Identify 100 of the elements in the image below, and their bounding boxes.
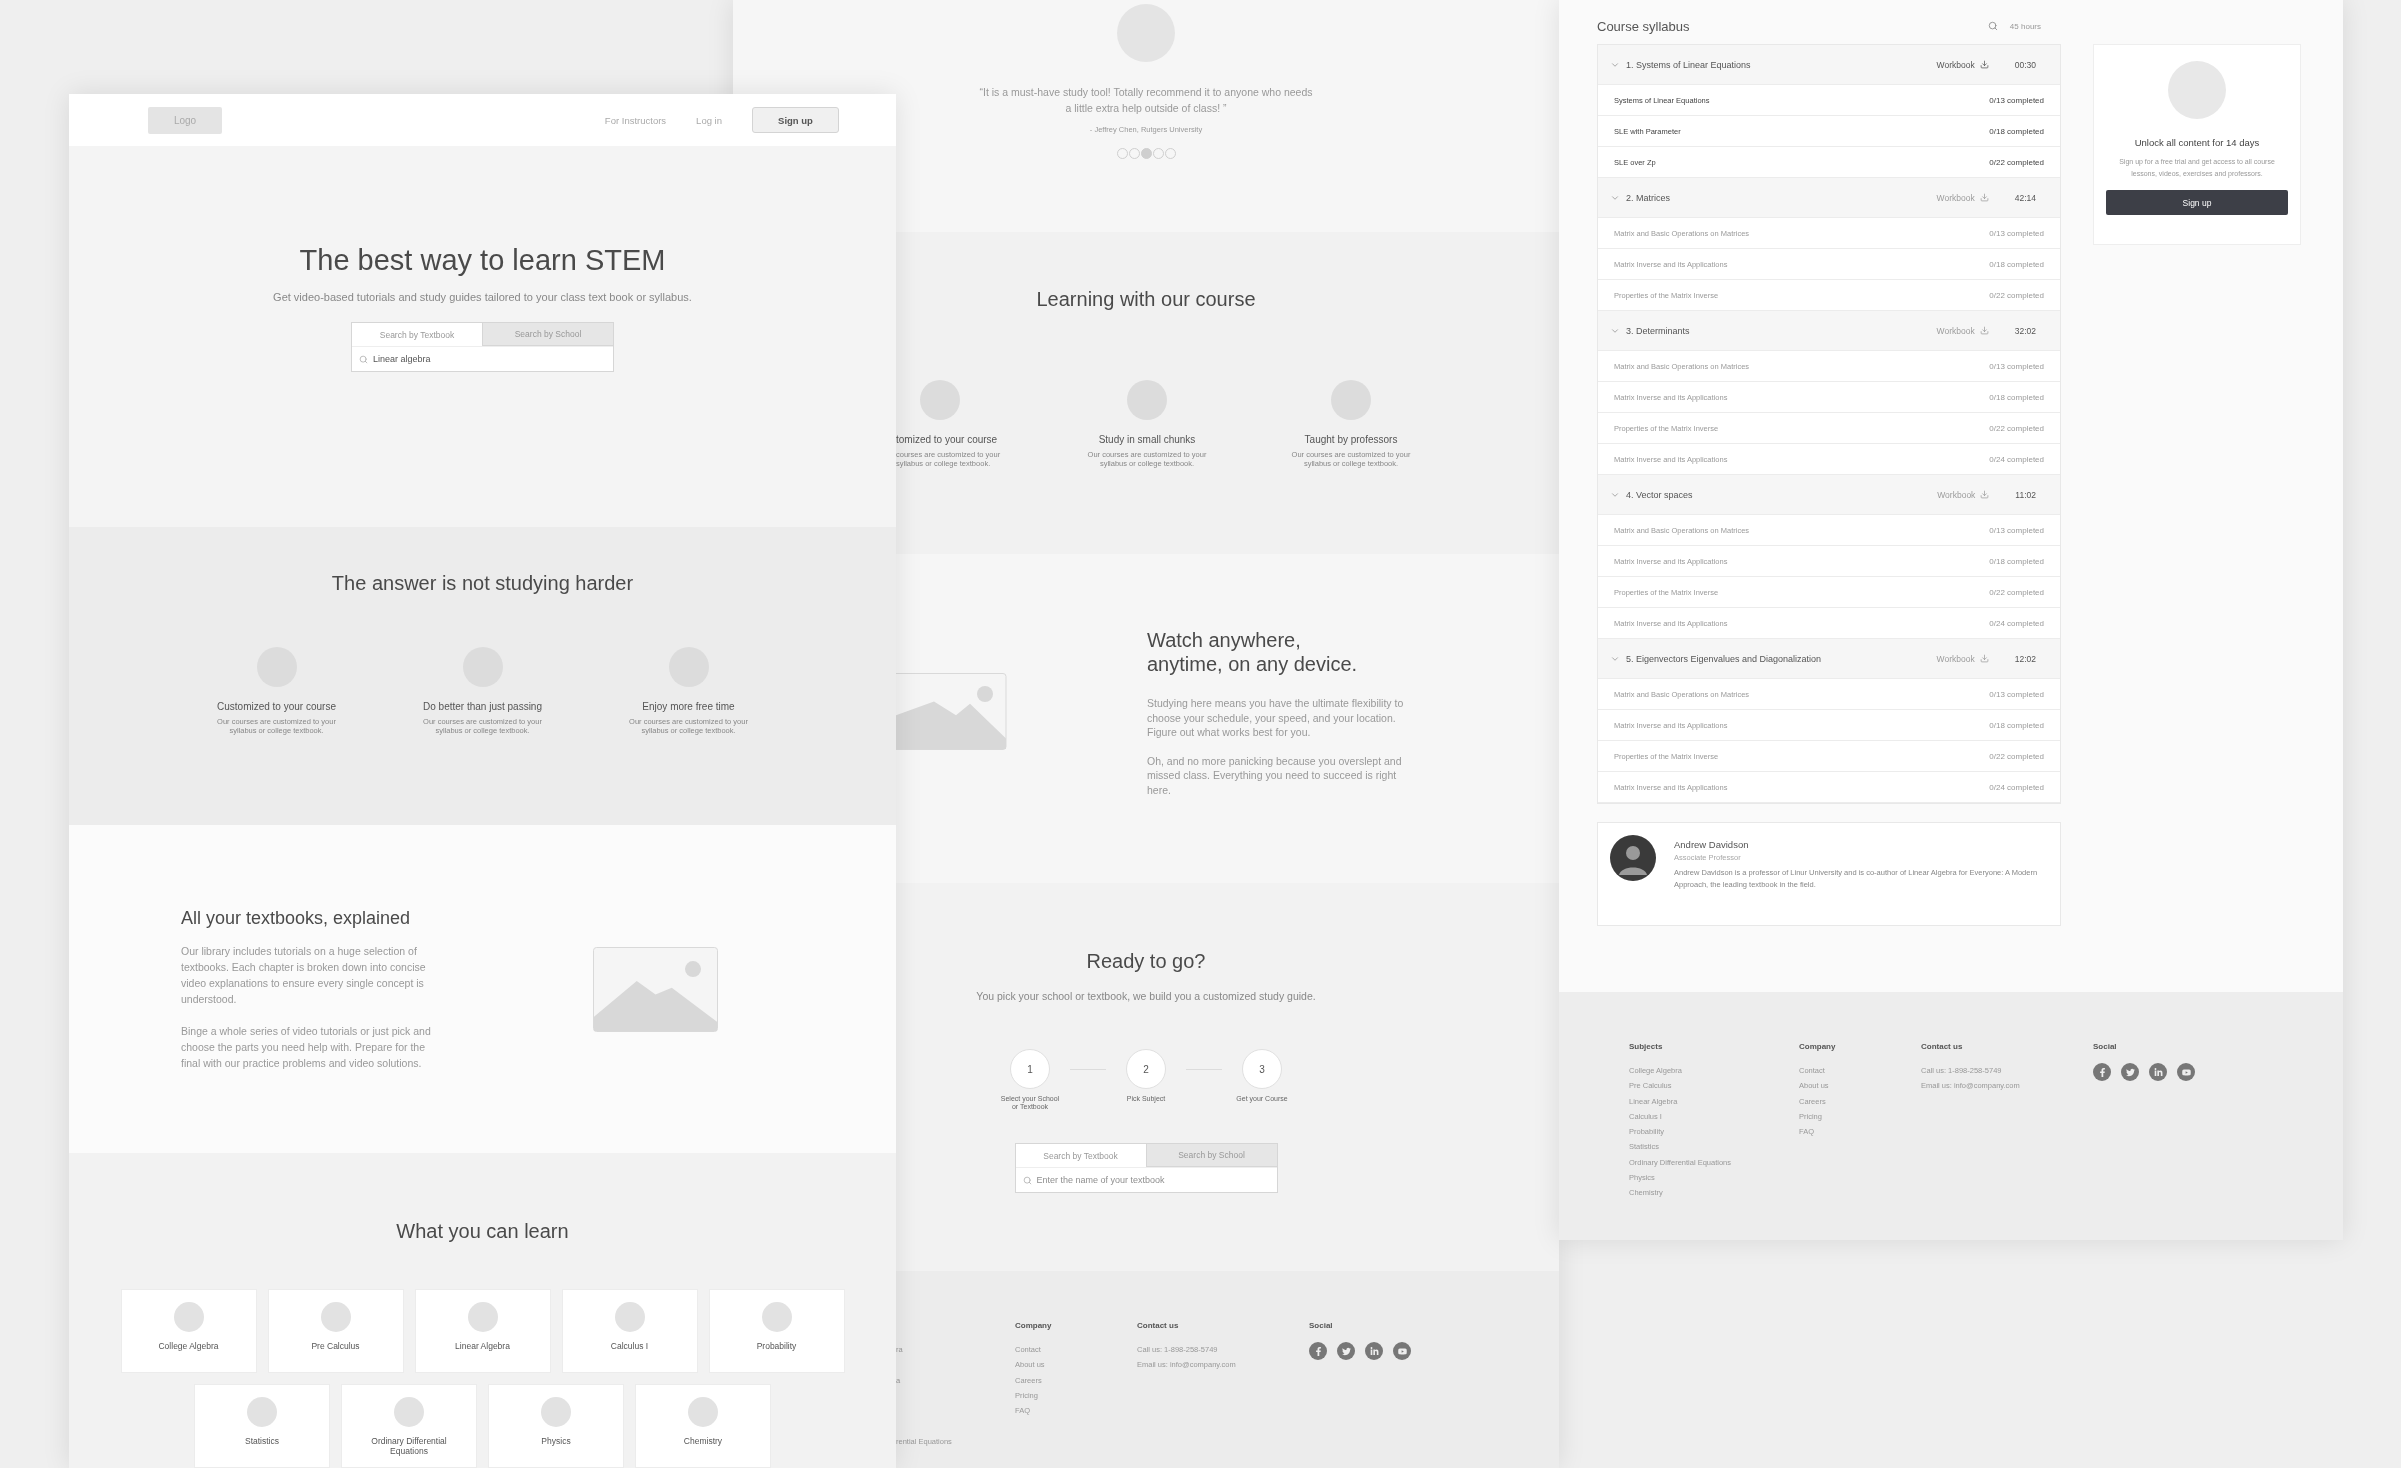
image-placeholder-icon (593, 946, 718, 1032)
workbook-link[interactable]: Workbook (1936, 59, 1989, 70)
feature-title: Taught by professors (1304, 434, 1398, 445)
completion-count: 0/18 completed (1989, 556, 2044, 566)
body-paragraph: Studying here means you have the ultimate flexibility to choose your schedule, your speed, and your location. Figure out what works best for you. (1147, 696, 1405, 740)
download-icon (1979, 60, 1989, 69)
completion-count: 0/13 completed (1989, 95, 2044, 105)
completion-count: 0/24 completed (1989, 618, 2044, 628)
completion-count: 0/13 completed (1989, 361, 2044, 371)
signup-button[interactable]: Sign up (752, 107, 839, 133)
twitter-icon[interactable] (2121, 1063, 2139, 1081)
subject-icon-placeholder (247, 1397, 277, 1427)
subject-label: Physics (540, 1436, 572, 1446)
download-icon (1979, 326, 1989, 335)
completion-count: 0/24 completed (1989, 782, 2044, 792)
facebook-icon[interactable] (2093, 1063, 2111, 1081)
subject-label: Statistics (244, 1436, 280, 1446)
feature-title: Customized to your course (217, 701, 336, 712)
chapter-duration: 11:02 (2015, 489, 2036, 500)
workbook-link[interactable]: Workbook (1936, 192, 1989, 203)
completion-count: 0/13 completed (1989, 228, 2044, 238)
completion-count: 0/22 completed (1989, 423, 2044, 433)
chapter-header[interactable]: 5. Eigenvectors Eigenvalues and Diagonalization Workbook 12:02 (1598, 639, 2060, 679)
chapter-header[interactable]: 1. Systems of Linear Equations Workbook 00:30 (1598, 45, 2060, 85)
section-title: What you can learn (396, 1219, 569, 1243)
footer-heading: Social (2093, 1042, 2118, 1053)
completion-count: 0/22 completed (1989, 157, 2044, 167)
step-number: 3 (1242, 1049, 1282, 1089)
subject-label: Probability (755, 1341, 798, 1351)
subject-card[interactable]: Linear Algebra (414, 1289, 551, 1373)
section-title: The answer is not studying harder (331, 571, 634, 595)
syllabus-title: Course syllabus (1597, 18, 1690, 34)
nav-link[interactable]: Log in (696, 114, 722, 126)
subject-icon-placeholder (614, 1302, 645, 1332)
subject-icon-placeholder (688, 1397, 718, 1427)
feature-title: tomized to your course (896, 434, 998, 445)
chapter-header[interactable]: 3. Determinants Workbook 32:02 (1598, 311, 2060, 351)
workbook-link[interactable]: Workbook (1936, 653, 1989, 664)
search-field[interactable]: Linear algebra (373, 354, 606, 364)
subject-card[interactable]: College Algebra (120, 1289, 257, 1373)
youtube-icon[interactable] (2177, 1063, 2195, 1081)
search-tab[interactable]: Search by School (482, 323, 613, 346)
search-icon[interactable] (1987, 21, 1998, 31)
completion-count: 0/13 completed (1989, 525, 2044, 535)
subject-label: Ordinary Differential Equations (370, 1436, 448, 1456)
carousel-dot[interactable] (1140, 148, 1152, 159)
subject-card[interactable]: Ordinary Differential Equations (341, 1384, 477, 1468)
subject-icon-placeholder (320, 1302, 351, 1332)
youtube-icon[interactable] (1393, 1342, 1411, 1360)
twitter-icon[interactable] (1337, 1342, 1355, 1360)
download-icon (1980, 490, 1990, 499)
subject-card[interactable]: Calculus I (561, 1289, 698, 1373)
section-title: Watch anywhere, anytime, on any device. (1147, 628, 1359, 676)
workbook-link[interactable]: Workbook (1936, 325, 1989, 336)
subject-card[interactable]: Pre Calculus (267, 1289, 404, 1373)
chapter-duration: 00:30 (2014, 59, 2036, 70)
footer-heading: Contact us (1921, 1042, 1964, 1053)
completion-count: 0/18 completed (1989, 392, 2044, 402)
testimonial-quote: “It is a must-have study tool! Totally recommend it to anyone who needs a little extra help outside of class! ” (978, 85, 1314, 116)
instructor-name: Andrew Davidson (1674, 839, 1750, 850)
subject-label: Chemistry (682, 1436, 724, 1446)
subject-icon-placeholder (394, 1397, 424, 1427)
subject-label: Calculus I (609, 1341, 650, 1351)
linkedin-icon[interactable] (2149, 1063, 2167, 1081)
subject-card[interactable]: Statistics (194, 1384, 330, 1468)
subject-label: College Algebra (157, 1341, 220, 1351)
chapter-header[interactable]: 2. Matrices Workbook 42:14 (1598, 178, 2060, 218)
chapter-title: 2. Matrices (1626, 192, 1671, 203)
search-tab[interactable]: Search by School (1145, 1144, 1277, 1167)
footer-heading: Company (1799, 1042, 1837, 1053)
subject-label: Pre Calculus (310, 1341, 361, 1351)
section-title: All your textbooks, explained (181, 907, 412, 929)
section-title: Ready to go? (1086, 949, 1206, 973)
hero-subtitle: Get video-based tutorials and study guides tailored to your class text book or syllabus. (273, 290, 692, 304)
nav-link[interactable]: For Instructors (604, 114, 667, 126)
total-hours: 45 hours (2009, 21, 2041, 31)
completion-count: 0/18 completed (1989, 126, 2044, 136)
avatar (1610, 835, 1656, 881)
workbook-link[interactable]: Workbook (1937, 489, 1990, 500)
subject-card[interactable]: Physics (488, 1384, 624, 1468)
signup-button[interactable]: Sign up (2106, 190, 2288, 215)
subject-card[interactable]: Probability (708, 1289, 845, 1373)
footer-heading: Contact us (1137, 1321, 1180, 1332)
completion-count: 0/24 completed (1989, 454, 2044, 464)
linkedin-icon[interactable] (1365, 1342, 1383, 1360)
completion-count: 0/22 completed (1989, 751, 2044, 761)
feature-title: Enjoy more free time (642, 701, 735, 712)
search-icon (1022, 1175, 1032, 1185)
subject-icon-placeholder (761, 1302, 792, 1332)
footer-heading: Subjects (1629, 1042, 1664, 1053)
completion-count: 0/22 completed (1989, 587, 2044, 597)
download-icon (1979, 654, 1989, 663)
subject-icon-placeholder (467, 1302, 498, 1332)
chapter-duration: 12:02 (2014, 653, 2036, 664)
subject-card[interactable]: Chemistry (635, 1384, 771, 1468)
step-number: 2 (1126, 1049, 1166, 1089)
completion-count: 0/18 completed (1989, 720, 2044, 730)
chapter-header[interactable]: 4. Vector spaces Workbook 11:02 (1598, 475, 2060, 515)
facebook-icon[interactable] (1309, 1342, 1327, 1360)
search-field[interactable]: Enter the name of your textbook (1036, 1175, 1270, 1185)
